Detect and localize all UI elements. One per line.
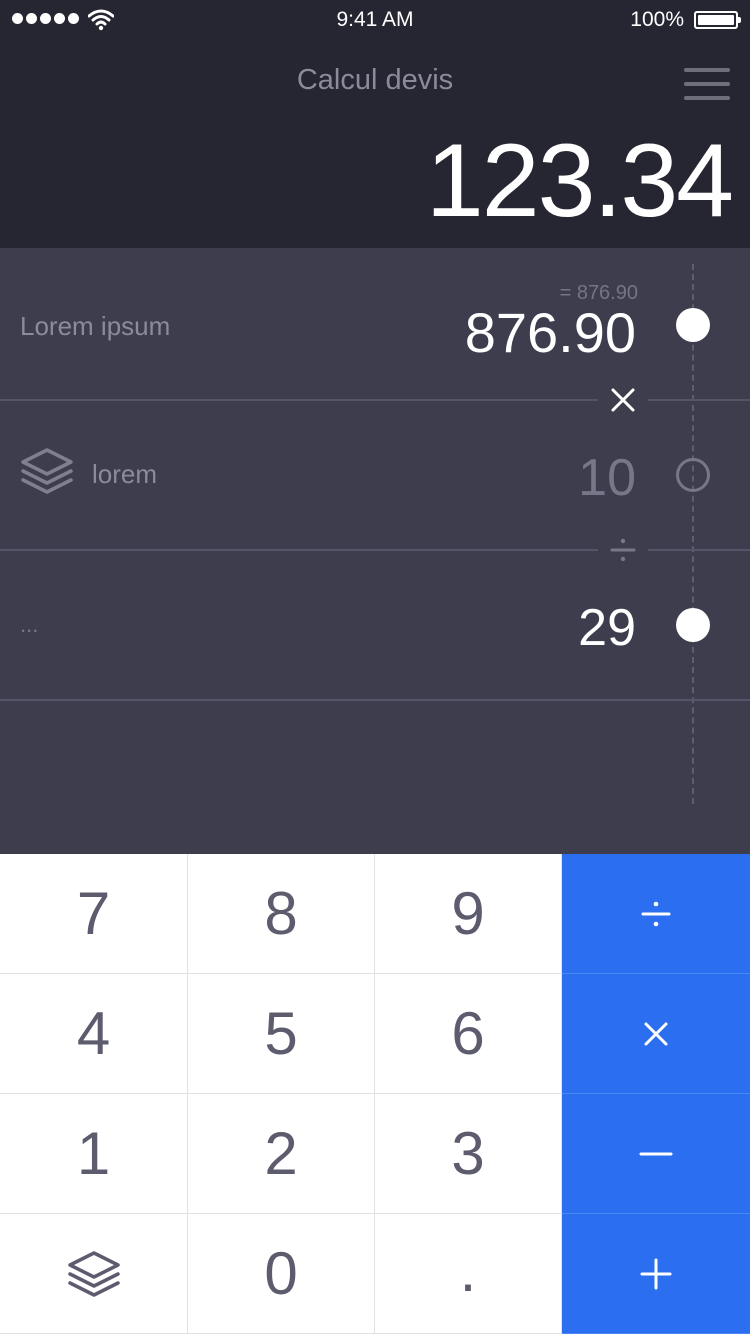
- row-active-dot[interactable]: [676, 608, 710, 642]
- layers-icon: [67, 1250, 120, 1297]
- row-divider: [0, 699, 750, 701]
- plus-icon: [640, 1258, 672, 1289]
- divide-icon: [641, 901, 671, 926]
- row-value: 29: [578, 599, 636, 657]
- multiply-icon: [644, 1022, 668, 1045]
- key-9[interactable]: 9: [375, 854, 562, 974]
- key-6[interactable]: 6: [375, 974, 562, 1094]
- key-layers[interactable]: [0, 1214, 188, 1334]
- calc-row-3[interactable]: ... 29: [0, 550, 750, 700]
- key-divide[interactable]: [562, 854, 750, 974]
- key-8[interactable]: 8: [188, 854, 375, 974]
- key-0[interactable]: 0: [188, 1214, 375, 1334]
- key-1[interactable]: 1: [0, 1094, 188, 1214]
- hamburger-menu-icon[interactable]: [684, 67, 730, 101]
- layers-icon: [21, 448, 73, 494]
- row-label: ...: [20, 612, 39, 637]
- row-value: 876.90: [464, 301, 636, 364]
- header-panel: 9:41 AM 100% Calcul devis 123.34: [0, 0, 750, 248]
- row-label: Lorem ipsum: [20, 311, 171, 341]
- key-plus[interactable]: [562, 1214, 750, 1334]
- key-multiply[interactable]: [562, 974, 750, 1094]
- key-4[interactable]: 4: [0, 974, 188, 1094]
- row-inactive-dot[interactable]: [676, 458, 710, 492]
- result-display: 123.34: [425, 123, 734, 239]
- calc-row-2[interactable]: lorem 10: [0, 400, 750, 550]
- minus-icon: [639, 1152, 673, 1155]
- status-bar: 9:41 AM 100%: [0, 0, 750, 40]
- keypad: 7 8 9 4 5 6 1 2 3 0 .: [0, 854, 750, 1334]
- key-2[interactable]: 2: [188, 1094, 375, 1214]
- key-7[interactable]: 7: [0, 854, 188, 974]
- calculation-rows: = 876.90 Lorem ipsum 876.90 lorem 10 ...…: [0, 248, 750, 854]
- key-5[interactable]: 5: [188, 974, 375, 1094]
- calc-row-1[interactable]: = 876.90 Lorem ipsum 876.90: [0, 248, 750, 398]
- key-3[interactable]: 3: [375, 1094, 562, 1214]
- battery-percent: 100%: [630, 8, 684, 31]
- page-title: Calcul devis: [296, 64, 454, 96]
- key-decimal[interactable]: .: [375, 1214, 562, 1334]
- row-label: lorem: [92, 459, 158, 489]
- row-value: 10: [578, 449, 636, 507]
- row-active-dot[interactable]: [676, 308, 710, 342]
- battery-icon: [694, 11, 741, 29]
- key-minus[interactable]: [562, 1094, 750, 1214]
